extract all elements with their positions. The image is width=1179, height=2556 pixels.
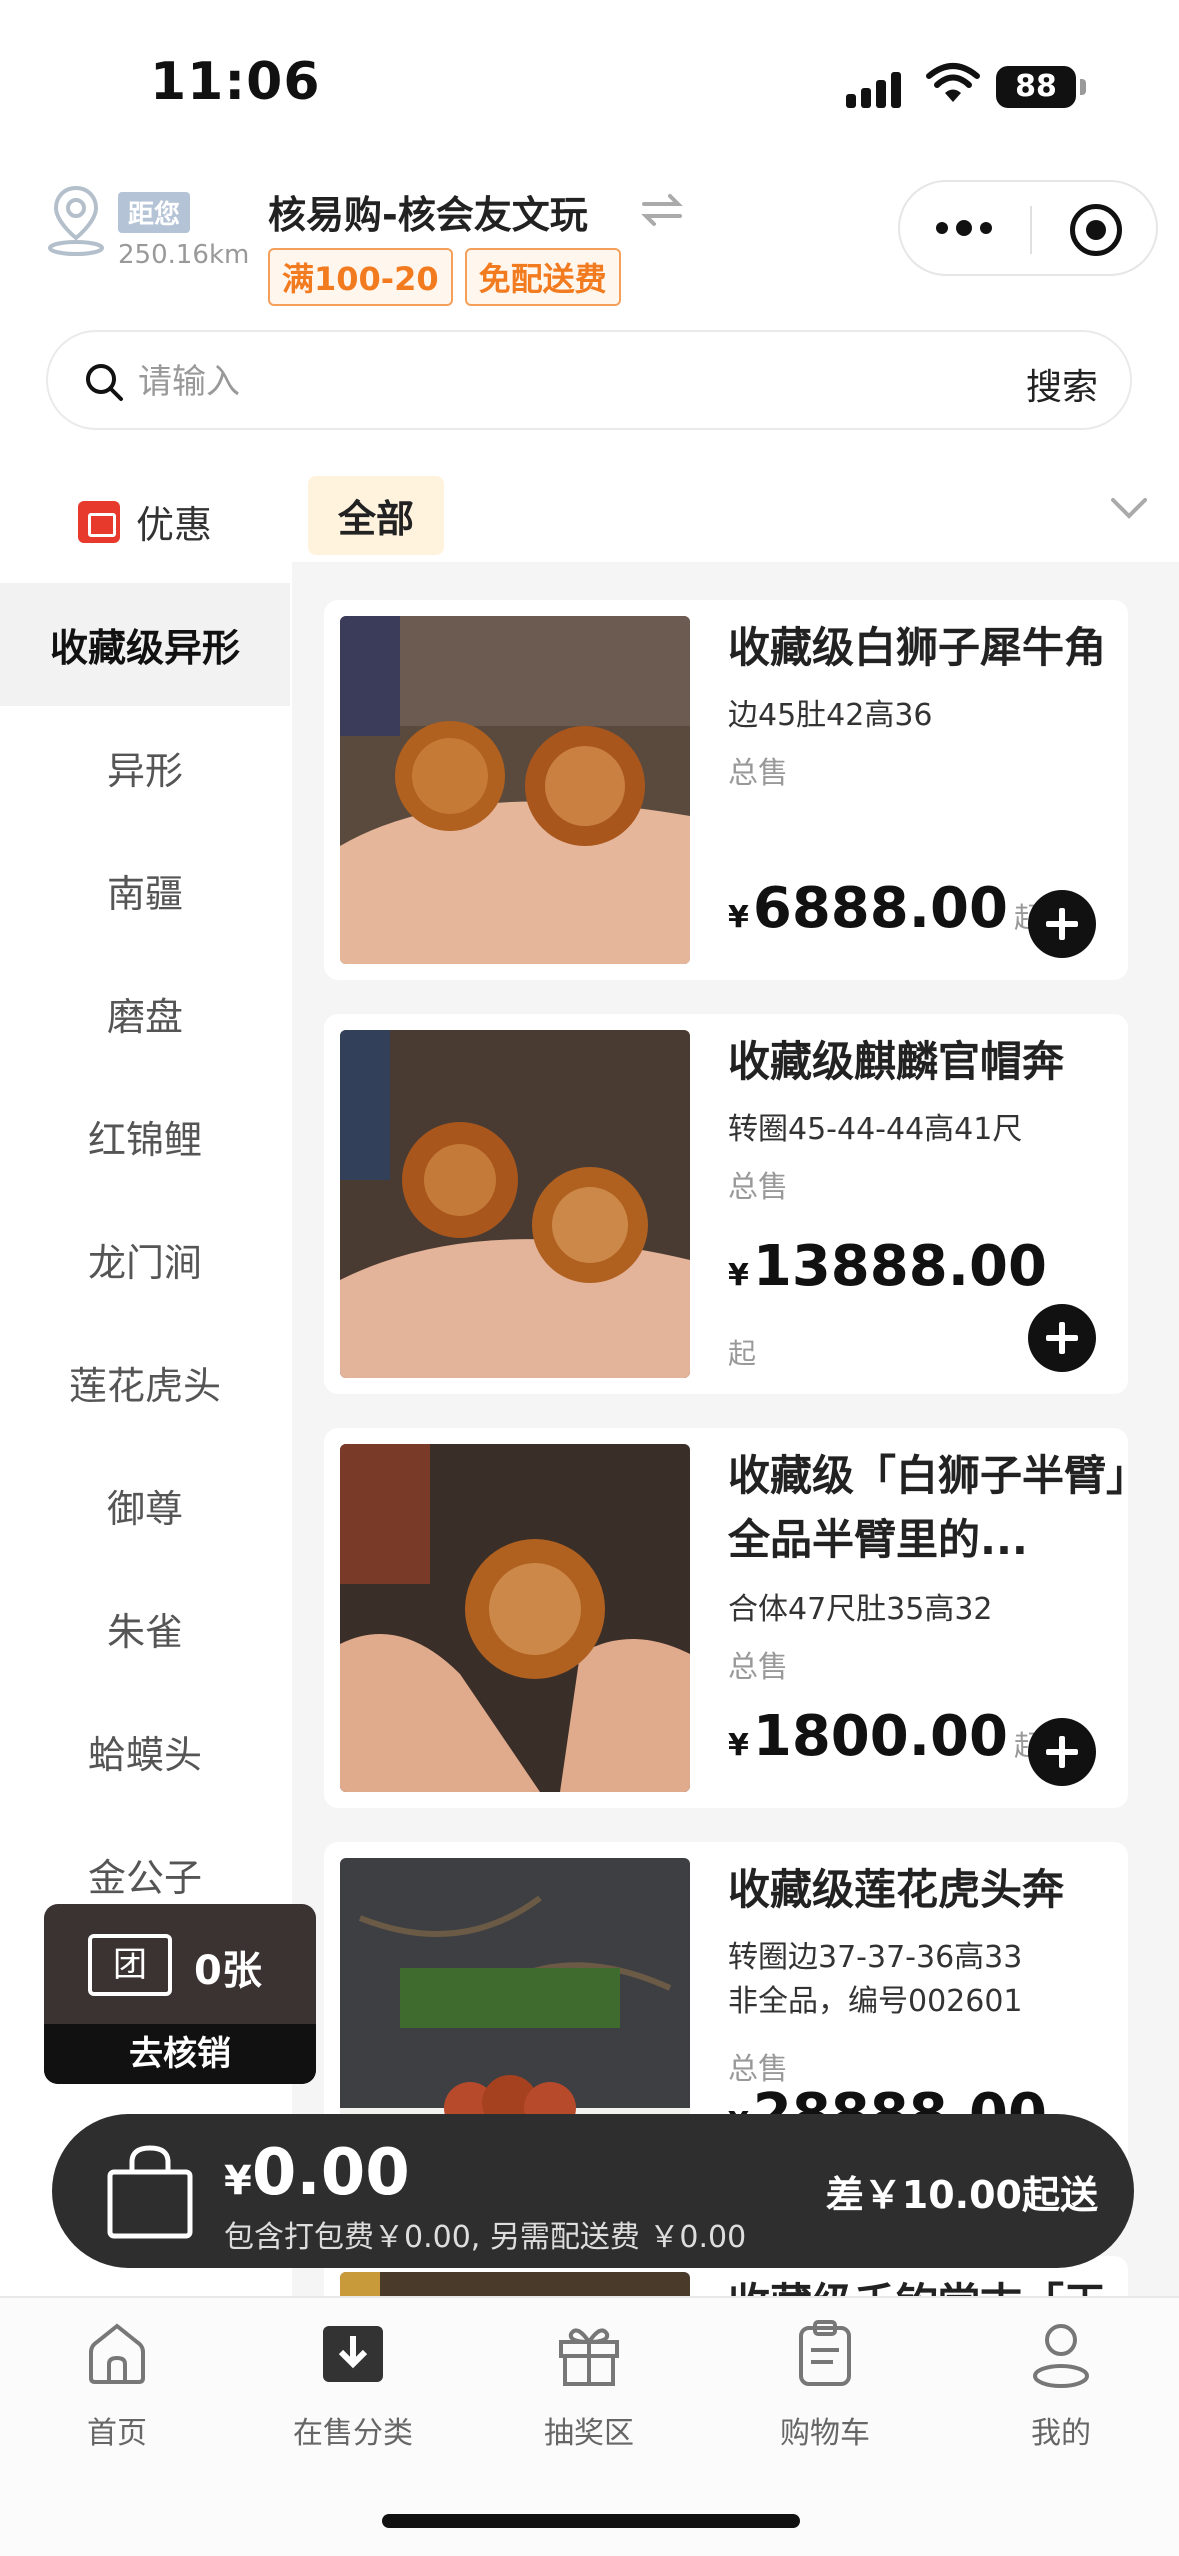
price-currency: ¥: [728, 900, 749, 935]
switch-store-icon[interactable]: [640, 192, 684, 228]
cart-total-value: 0.00: [251, 2136, 410, 2210]
tab-home[interactable]: 首页: [17, 2318, 217, 2452]
cart-currency: ¥: [224, 2158, 252, 2204]
capsule-divider: [1030, 206, 1032, 254]
tab-category[interactable]: 在售分类: [253, 2318, 453, 2452]
store-header: 距您 250.16km 核易购-核会友文玩 满100-20 免配送费: [0, 170, 1179, 320]
mini-program-capsule: [898, 180, 1158, 276]
product-price: ¥ 1800.00 起: [728, 1704, 1042, 1769]
price-suffix: 起: [728, 1337, 757, 1370]
product-title: 收藏级白狮子犀牛角: [728, 623, 1107, 672]
cart-bar[interactable]: ¥ 0.00 包含打包费￥0.00, 另需配送费 ￥0.00 差￥10.00起送: [52, 2114, 1134, 2268]
product-title: 收藏级「白狮子半臂」全品半臂里的...: [728, 1451, 1128, 1564]
shopping-bag-icon[interactable]: [102, 2142, 198, 2242]
cart-icon: [799, 2320, 851, 2386]
tab-label: 我的: [1031, 2416, 1091, 2451]
add-to-cart-button[interactable]: [1028, 1718, 1096, 1786]
product-sold: 总售: [728, 1650, 788, 1685]
coupon-icon: [77, 500, 120, 543]
product-card[interactable]: 收藏级麒麟官帽奔 转圈45-44-44高41尺 总售 ¥ 13888.00 起: [324, 1014, 1128, 1394]
price-currency: ¥: [728, 1258, 749, 1293]
sidebar-item-collector-special[interactable]: 收藏级异形: [0, 583, 290, 706]
sidebar-item-red-koi[interactable]: 红锦鲤: [0, 1075, 290, 1198]
add-to-cart-button[interactable]: [1028, 1304, 1096, 1372]
price-currency: ¥: [728, 1728, 749, 1763]
status-time: 11:06: [150, 52, 321, 112]
product-sold: 总售: [728, 756, 788, 791]
cart-total: ¥ 0.00: [224, 2136, 410, 2210]
search-input[interactable]: [138, 354, 938, 410]
tab-label: 抽奖区: [544, 2416, 634, 2451]
subcategory-bar: 全部: [292, 460, 1179, 562]
cart-fee-info: 包含打包费￥0.00, 另需配送费 ￥0.00: [224, 2220, 747, 2255]
product-card[interactable]: 收藏级「白狮子半臂」全品半臂里的... 合体47尺肚35高32 总售 ¥ 180…: [324, 1428, 1128, 1808]
sidebar-item-label: 优惠: [135, 503, 212, 547]
sidebar-item-zhuque[interactable]: 朱雀: [0, 1567, 290, 1690]
min-order-notice: 差￥10.00起送: [825, 2173, 1098, 2217]
gift-icon: [559, 2328, 619, 2386]
location-pin-icon: [48, 185, 104, 256]
more-icon[interactable]: [936, 220, 992, 236]
price-value: 13888.00: [752, 1234, 1047, 1299]
sidebar-item-mopan[interactable]: 磨盘: [0, 952, 290, 1075]
search-button[interactable]: 搜索: [1026, 358, 1098, 410]
tab-lottery[interactable]: 抽奖区: [489, 2318, 689, 2452]
sidebar-item-promo[interactable]: 优惠: [0, 460, 290, 583]
tab-label: 购物车: [780, 2416, 870, 2451]
product-card[interactable]: 收藏级白狮子犀牛角 边45肚42高36 总售 ¥ 6888.00 起: [324, 600, 1128, 980]
add-to-cart-button[interactable]: [1028, 890, 1096, 958]
sidebar-item-lotus-tiger[interactable]: 莲花虎头: [0, 1321, 290, 1444]
tab-label: 首页: [87, 2416, 147, 2451]
product-spec: 转圈45-44-44高41尺: [728, 1112, 1023, 1147]
product-spec: 边45肚42高36: [728, 698, 933, 733]
product-image[interactable]: [340, 616, 690, 964]
home-icon: [89, 2323, 145, 2384]
product-spec: 合体47尺肚35高32: [728, 1592, 993, 1627]
store-name[interactable]: 核易购-核会友文玩: [268, 184, 588, 239]
product-price: ¥ 13888.00: [728, 1234, 1047, 1299]
category-icon: [323, 2326, 383, 2382]
product-title: 收藏级莲花虎头奔: [728, 1865, 1065, 1914]
chevron-down-icon[interactable]: [1109, 488, 1149, 528]
product-sold: 总售: [728, 1170, 788, 1205]
product-price: ¥ 6888.00 起: [728, 876, 1042, 941]
battery-icon: 88: [996, 66, 1086, 108]
price-value: 6888.00: [752, 876, 1008, 941]
close-program-icon[interactable]: [1070, 204, 1122, 256]
coupon-count: 0张: [194, 1948, 262, 1994]
signal-icon: [846, 68, 906, 108]
sidebar-item-yuzun[interactable]: 御尊: [0, 1444, 290, 1567]
search-bar: 搜索: [46, 330, 1132, 430]
tab-label: 在售分类: [293, 2416, 413, 2451]
promo-tag-free-delivery: 免配送费: [464, 248, 621, 306]
sidebar-item-longmenjian[interactable]: 龙门涧: [0, 1198, 290, 1321]
ticket-icon: 团: [88, 1934, 172, 1996]
price-value: 1800.00: [752, 1704, 1008, 1769]
sidebar-item-special[interactable]: 异形: [0, 706, 290, 829]
product-spec-2: 非全品，编号002601: [728, 1984, 1023, 2019]
product-image[interactable]: [340, 1444, 690, 1792]
home-indicator: [382, 2514, 800, 2528]
status-bar: 11:06 88: [0, 0, 1179, 170]
distance-tag: 距您: [118, 192, 191, 233]
sidebar-item-nanjiang[interactable]: 南疆: [0, 829, 290, 952]
coupon-summary: 团 0张: [44, 1904, 316, 2024]
product-list-area: 全部 收藏级白狮子犀牛角 边45肚42高36 总售 ¥ 6888.00 起: [292, 460, 1179, 2310]
product-title: 收藏级麒麟官帽奔: [728, 1037, 1065, 1086]
promo-tag-discount: 满100-20: [268, 248, 453, 306]
subcategory-chip-all[interactable]: 全部: [308, 476, 445, 555]
search-icon: [86, 364, 123, 401]
tab-cart[interactable]: 购物车: [725, 2318, 925, 2452]
distance-value: 250.16km: [118, 240, 250, 270]
product-spec: 转圈边37-37-36高33: [728, 1940, 1023, 1975]
tab-profile[interactable]: 我的: [961, 2318, 1161, 2452]
group-coupon-widget[interactable]: 团 0张 去核销: [44, 1904, 316, 2084]
wifi-icon: [926, 63, 980, 102]
promo-tags: 满100-20 免配送费: [268, 248, 621, 306]
sidebar-item-hamatou[interactable]: 蛤蟆头: [0, 1690, 290, 1813]
profile-icon: [1033, 2324, 1089, 2388]
redeem-button[interactable]: 去核销: [44, 2024, 316, 2084]
product-image[interactable]: [340, 1030, 690, 1378]
